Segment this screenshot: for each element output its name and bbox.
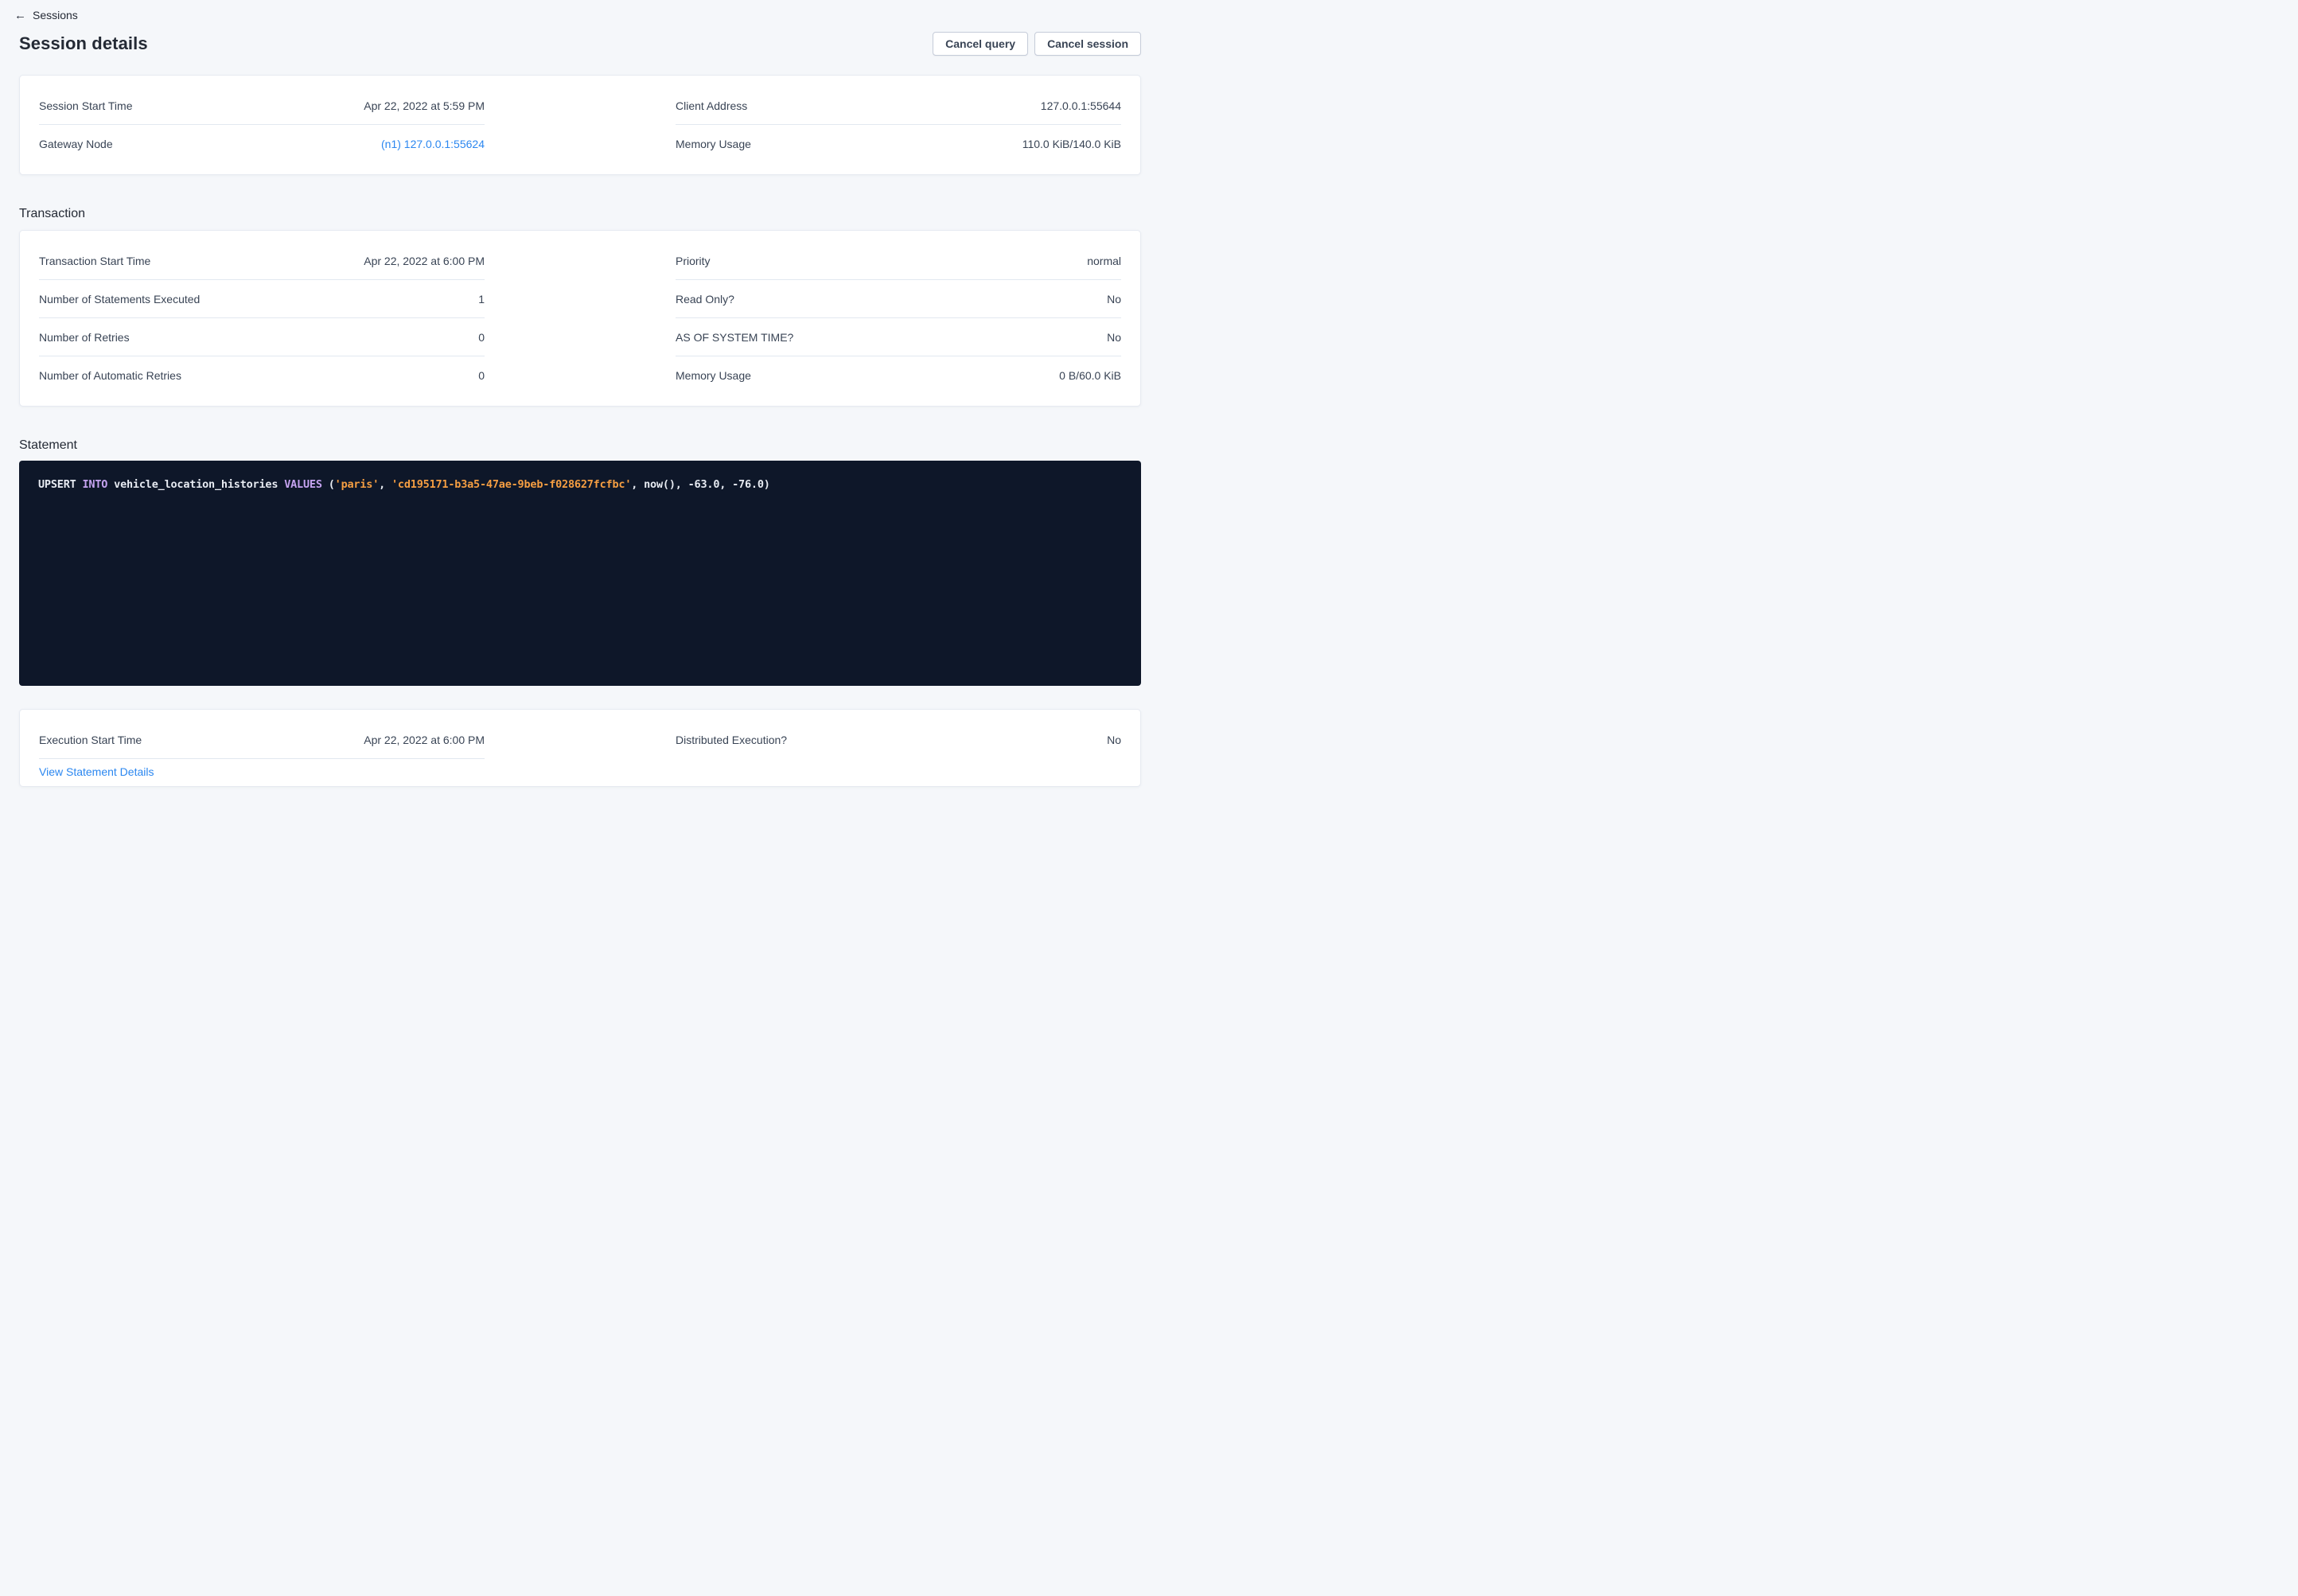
cancel-session-button[interactable]: Cancel session <box>1034 32 1141 56</box>
transaction-card: Transaction Start Time Apr 22, 2022 at 6… <box>19 230 1141 407</box>
sql-token: vehicle_location_histories <box>107 478 284 491</box>
sql-string-token: 'paris' <box>335 478 380 491</box>
distributed-execution-value: No <box>1107 734 1121 746</box>
automatic-retries-label: Number of Automatic Retries <box>39 369 181 382</box>
client-address-label: Client Address <box>676 99 747 112</box>
back-arrow-icon <box>14 9 26 22</box>
sql-keyword-token: INTO <box>83 478 108 491</box>
session-start-time-value: Apr 22, 2022 at 5:59 PM <box>364 99 485 112</box>
sql-token: ( <box>322 478 335 491</box>
session-summary-right-column: Client Address 127.0.0.1:55644 Memory Us… <box>676 87 1121 163</box>
priority-row: Priority normal <box>676 242 1121 280</box>
read-only-row: Read Only? No <box>676 280 1121 318</box>
session-summary-card: Session Start Time Apr 22, 2022 at 5:59 … <box>19 75 1141 175</box>
back-to-sessions-link[interactable]: Sessions <box>14 9 78 22</box>
statements-executed-value: 1 <box>478 293 485 306</box>
view-statement-details-row: View Statement Details <box>39 759 485 780</box>
statements-executed-label: Number of Statements Executed <box>39 293 200 306</box>
priority-value: normal <box>1087 255 1121 267</box>
distributed-execution-row: Distributed Execution? No <box>676 721 1121 759</box>
transaction-memory-usage-value: 0 B/60.0 KiB <box>1059 369 1121 382</box>
execution-card: Execution Start Time Apr 22, 2022 at 6:0… <box>19 709 1141 787</box>
gateway-node-label: Gateway Node <box>39 138 113 150</box>
transaction-left-column: Transaction Start Time Apr 22, 2022 at 6… <box>39 242 485 395</box>
transaction-memory-usage-label: Memory Usage <box>676 369 751 382</box>
as-of-system-time-row: AS OF SYSTEM TIME? No <box>676 318 1121 356</box>
sql-token: , <box>379 478 391 491</box>
as-of-system-time-value: No <box>1107 331 1121 344</box>
page-header: Session details Cancel query Cancel sess… <box>19 32 1141 56</box>
page-title: Session details <box>19 33 148 54</box>
distributed-execution-label: Distributed Execution? <box>676 734 787 746</box>
number-of-retries-value: 0 <box>478 331 485 344</box>
number-of-retries-label: Number of Retries <box>39 331 130 344</box>
statements-executed-row: Number of Statements Executed 1 <box>39 280 485 318</box>
statement-sql-box: UPSERT INTO vehicle_location_histories V… <box>19 461 1141 686</box>
execution-start-time-row: Execution Start Time Apr 22, 2022 at 6:0… <box>39 721 485 759</box>
session-memory-usage-value: 110.0 KiB/140.0 KiB <box>1022 138 1121 150</box>
number-of-retries-row: Number of Retries 0 <box>39 318 485 356</box>
read-only-value: No <box>1107 293 1121 306</box>
execution-start-time-label: Execution Start Time <box>39 734 142 746</box>
execution-start-time-value: Apr 22, 2022 at 6:00 PM <box>364 734 485 746</box>
transaction-start-time-label: Transaction Start Time <box>39 255 150 267</box>
session-memory-usage-row: Memory Usage 110.0 KiB/140.0 KiB <box>676 125 1121 163</box>
session-details-page: Sessions Session details Cancel query Ca… <box>0 0 1149 798</box>
priority-label: Priority <box>676 255 711 267</box>
sql-token: UPSERT <box>38 478 83 491</box>
transaction-right-column: Priority normal Read Only? No AS OF SYST… <box>676 242 1121 395</box>
session-start-time-row: Session Start Time Apr 22, 2022 at 5:59 … <box>39 87 485 125</box>
statement-sql-code: UPSERT INTO vehicle_location_histories V… <box>38 478 770 491</box>
cancel-query-button[interactable]: Cancel query <box>933 32 1028 56</box>
statement-section-heading: Statement <box>19 438 1141 453</box>
execution-left-column: Execution Start Time Apr 22, 2022 at 6:0… <box>39 721 485 780</box>
session-memory-usage-label: Memory Usage <box>676 138 751 150</box>
gateway-node-link[interactable]: (n1) 127.0.0.1:55624 <box>381 138 485 150</box>
gateway-node-row: Gateway Node (n1) 127.0.0.1:55624 <box>39 125 485 163</box>
transaction-section-heading: Transaction <box>19 207 1141 221</box>
sql-keyword-token: VALUES <box>284 478 322 491</box>
sql-string-token: 'cd195171-b3a5-47ae-9beb-f028627fcfbc' <box>391 478 631 491</box>
breadcrumb-label: Sessions <box>33 9 78 21</box>
automatic-retries-value: 0 <box>478 369 485 382</box>
client-address-row: Client Address 127.0.0.1:55644 <box>676 87 1121 125</box>
as-of-system-time-label: AS OF SYSTEM TIME? <box>676 331 793 344</box>
session-start-time-label: Session Start Time <box>39 99 133 112</box>
read-only-label: Read Only? <box>676 293 734 306</box>
transaction-start-time-value: Apr 22, 2022 at 6:00 PM <box>364 255 485 267</box>
view-statement-details-link[interactable]: View Statement Details <box>39 765 154 778</box>
session-summary-left-column: Session Start Time Apr 22, 2022 at 5:59 … <box>39 87 485 163</box>
client-address-value: 127.0.0.1:55644 <box>1041 99 1121 112</box>
transaction-memory-usage-row: Memory Usage 0 B/60.0 KiB <box>676 356 1121 395</box>
transaction-start-time-row: Transaction Start Time Apr 22, 2022 at 6… <box>39 242 485 280</box>
sql-token: , now(), -63.0, -76.0) <box>631 478 769 491</box>
header-actions: Cancel query Cancel session <box>933 32 1141 56</box>
automatic-retries-row: Number of Automatic Retries 0 <box>39 356 485 395</box>
execution-right-column: Distributed Execution? No <box>676 721 1121 780</box>
breadcrumb: Sessions <box>14 7 1141 23</box>
